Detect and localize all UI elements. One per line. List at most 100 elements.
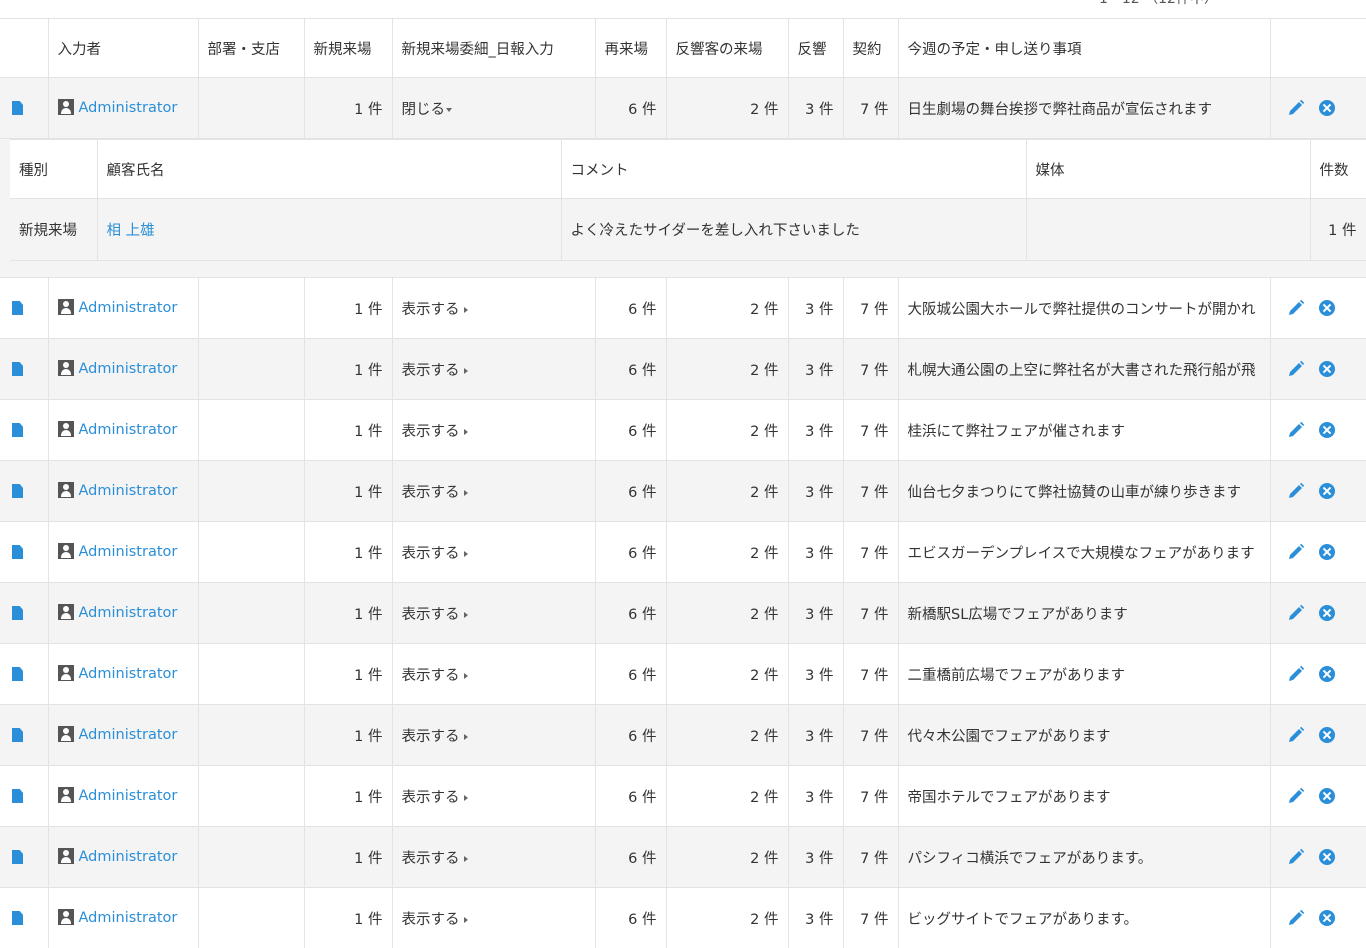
toggle-detail-button[interactable]: 表示する bbox=[402, 302, 468, 318]
col-header-response-visit[interactable]: 反響客の来場 bbox=[666, 18, 789, 78]
user-link[interactable]: Administrator bbox=[79, 544, 178, 560]
document-icon[interactable] bbox=[12, 484, 23, 498]
toggle-detail-button[interactable]: 表示する bbox=[402, 363, 468, 379]
toggle-detail-button[interactable]: 表示する bbox=[402, 668, 468, 684]
response-visit-cell: 2 件 bbox=[666, 582, 789, 644]
remove-icon[interactable] bbox=[1318, 849, 1335, 865]
toggle-detail-button[interactable]: 表示する bbox=[402, 790, 468, 806]
toggle-detail-button[interactable]: 表示する bbox=[402, 546, 468, 562]
col-header-revisit[interactable]: 再来場 bbox=[595, 18, 667, 78]
document-icon[interactable] bbox=[12, 728, 23, 742]
col-header-schedule[interactable]: 今週の予定・申し送り事項 bbox=[898, 18, 1271, 78]
pencil-icon[interactable] bbox=[1287, 360, 1305, 378]
schedule-cell: 大阪城公園大ホールで弊社提供のコンサートが開かれ bbox=[898, 277, 1271, 339]
pencil-icon[interactable] bbox=[1287, 909, 1305, 927]
contract-cell: 7 件 bbox=[843, 704, 899, 766]
document-icon[interactable] bbox=[12, 423, 23, 437]
input-by-cell: Administrator bbox=[48, 521, 199, 583]
new-visit-detail-cell: 表示する bbox=[392, 643, 596, 705]
revisit-cell: 6 件 bbox=[595, 887, 667, 948]
document-icon[interactable] bbox=[12, 789, 23, 803]
remove-icon[interactable] bbox=[1318, 605, 1335, 621]
remove-icon[interactable] bbox=[1318, 483, 1335, 499]
pencil-icon[interactable] bbox=[1287, 726, 1305, 744]
row-icon-cell bbox=[0, 77, 49, 139]
user-link[interactable]: Administrator bbox=[79, 422, 178, 438]
row-icon-cell bbox=[0, 338, 49, 400]
col-header-new-visit[interactable]: 新規来場 bbox=[304, 18, 393, 78]
document-icon[interactable] bbox=[12, 101, 23, 115]
pencil-icon[interactable] bbox=[1287, 482, 1305, 500]
schedule-cell: 桂浜にて弊社フェアが催されます bbox=[898, 399, 1271, 461]
pencil-icon[interactable] bbox=[1287, 665, 1305, 683]
col-header-new-visit-detail[interactable]: 新規来場委細_日報入力 bbox=[392, 18, 596, 78]
col-header-response[interactable]: 反響 bbox=[788, 18, 844, 78]
toggle-detail-label: 表示する bbox=[401, 911, 460, 928]
remove-icon[interactable] bbox=[1318, 100, 1335, 116]
document-icon[interactable] bbox=[12, 850, 23, 864]
remove-icon[interactable] bbox=[1318, 666, 1335, 682]
col-header-department[interactable]: 部署・支店 bbox=[198, 18, 305, 78]
user-link[interactable]: Administrator bbox=[79, 483, 178, 499]
toggle-detail-label: 表示する bbox=[401, 606, 460, 623]
user-link[interactable]: Administrator bbox=[79, 361, 178, 377]
user-link[interactable]: Administrator bbox=[79, 300, 178, 316]
document-icon[interactable] bbox=[12, 667, 23, 681]
pencil-icon[interactable] bbox=[1287, 99, 1305, 117]
input-by-cell: Administrator bbox=[48, 399, 199, 461]
document-icon[interactable] bbox=[12, 362, 23, 376]
customer-link[interactable]: 相 上雄 bbox=[107, 223, 155, 239]
remove-icon[interactable] bbox=[1318, 300, 1335, 316]
response-visit-cell: 2 件 bbox=[666, 887, 789, 948]
document-icon[interactable] bbox=[12, 606, 23, 620]
remove-icon[interactable] bbox=[1318, 361, 1335, 377]
toggle-detail-button[interactable]: 表示する bbox=[402, 851, 468, 867]
detail-header-comment: コメント bbox=[561, 139, 1027, 199]
toggle-detail-button[interactable]: 表示する bbox=[402, 424, 468, 440]
schedule-cell: エビスガーデンプレイスで大規模なフェアがあります bbox=[898, 521, 1271, 583]
user-link[interactable]: Administrator bbox=[79, 849, 178, 865]
remove-icon[interactable] bbox=[1318, 788, 1335, 804]
row-icon-cell bbox=[0, 643, 49, 705]
toggle-detail-button[interactable]: 表示する bbox=[402, 607, 468, 623]
user-link[interactable]: Administrator bbox=[79, 788, 178, 804]
user-link[interactable]: Administrator bbox=[79, 727, 178, 743]
col-header-contract[interactable]: 契約 bbox=[843, 18, 899, 78]
pencil-icon[interactable] bbox=[1287, 543, 1305, 561]
detail-header-customer: 顧客氏名 bbox=[97, 139, 562, 199]
user-link[interactable]: Administrator bbox=[79, 605, 178, 621]
toggle-detail-button[interactable]: 表示する bbox=[402, 729, 468, 745]
user-link[interactable]: Administrator bbox=[79, 666, 178, 682]
response-visit-cell: 2 件 bbox=[666, 277, 789, 339]
new-visit-cell: 1 件 bbox=[304, 521, 393, 583]
pencil-icon[interactable] bbox=[1287, 848, 1305, 866]
remove-icon[interactable] bbox=[1318, 727, 1335, 743]
toggle-detail-label: 閉じる bbox=[401, 101, 446, 118]
document-icon[interactable] bbox=[12, 911, 23, 925]
document-icon[interactable] bbox=[12, 301, 23, 315]
detail-container: 種別 顧客氏名 コメント 媒体 件数 新規来場 相 上雄 よく冷えたサイダーを差… bbox=[0, 138, 1366, 278]
user-link[interactable]: Administrator bbox=[79, 100, 178, 116]
remove-icon[interactable] bbox=[1318, 544, 1335, 560]
pencil-icon[interactable] bbox=[1287, 604, 1305, 622]
pencil-icon[interactable] bbox=[1287, 299, 1305, 317]
actions-cell bbox=[1270, 887, 1366, 948]
toggle-detail-button[interactable]: 表示する bbox=[402, 485, 468, 501]
toggle-detail-button[interactable]: 表示する bbox=[402, 912, 468, 928]
detail-header-media: 媒体 bbox=[1026, 139, 1311, 199]
remove-icon[interactable] bbox=[1318, 422, 1335, 438]
caret-right-icon bbox=[463, 550, 468, 557]
pencil-icon[interactable] bbox=[1287, 421, 1305, 439]
schedule-cell: 代々木公園でフェアがあります bbox=[898, 704, 1271, 766]
remove-icon[interactable] bbox=[1318, 910, 1335, 926]
col-header-input-by[interactable]: 入力者 bbox=[48, 18, 199, 78]
actions-cell bbox=[1270, 643, 1366, 705]
schedule-cell: 仙台七夕まつりにて弊社協賛の山車が練り歩きます bbox=[898, 460, 1271, 522]
toggle-detail-button[interactable]: 閉じる bbox=[401, 101, 452, 118]
new-visit-cell: 1 件 bbox=[304, 399, 393, 461]
input-by-cell: Administrator bbox=[48, 765, 199, 827]
pencil-icon[interactable] bbox=[1287, 787, 1305, 805]
user-link[interactable]: Administrator bbox=[79, 910, 178, 926]
document-icon[interactable] bbox=[12, 545, 23, 559]
new-visit-detail-cell: 表示する bbox=[392, 826, 596, 888]
